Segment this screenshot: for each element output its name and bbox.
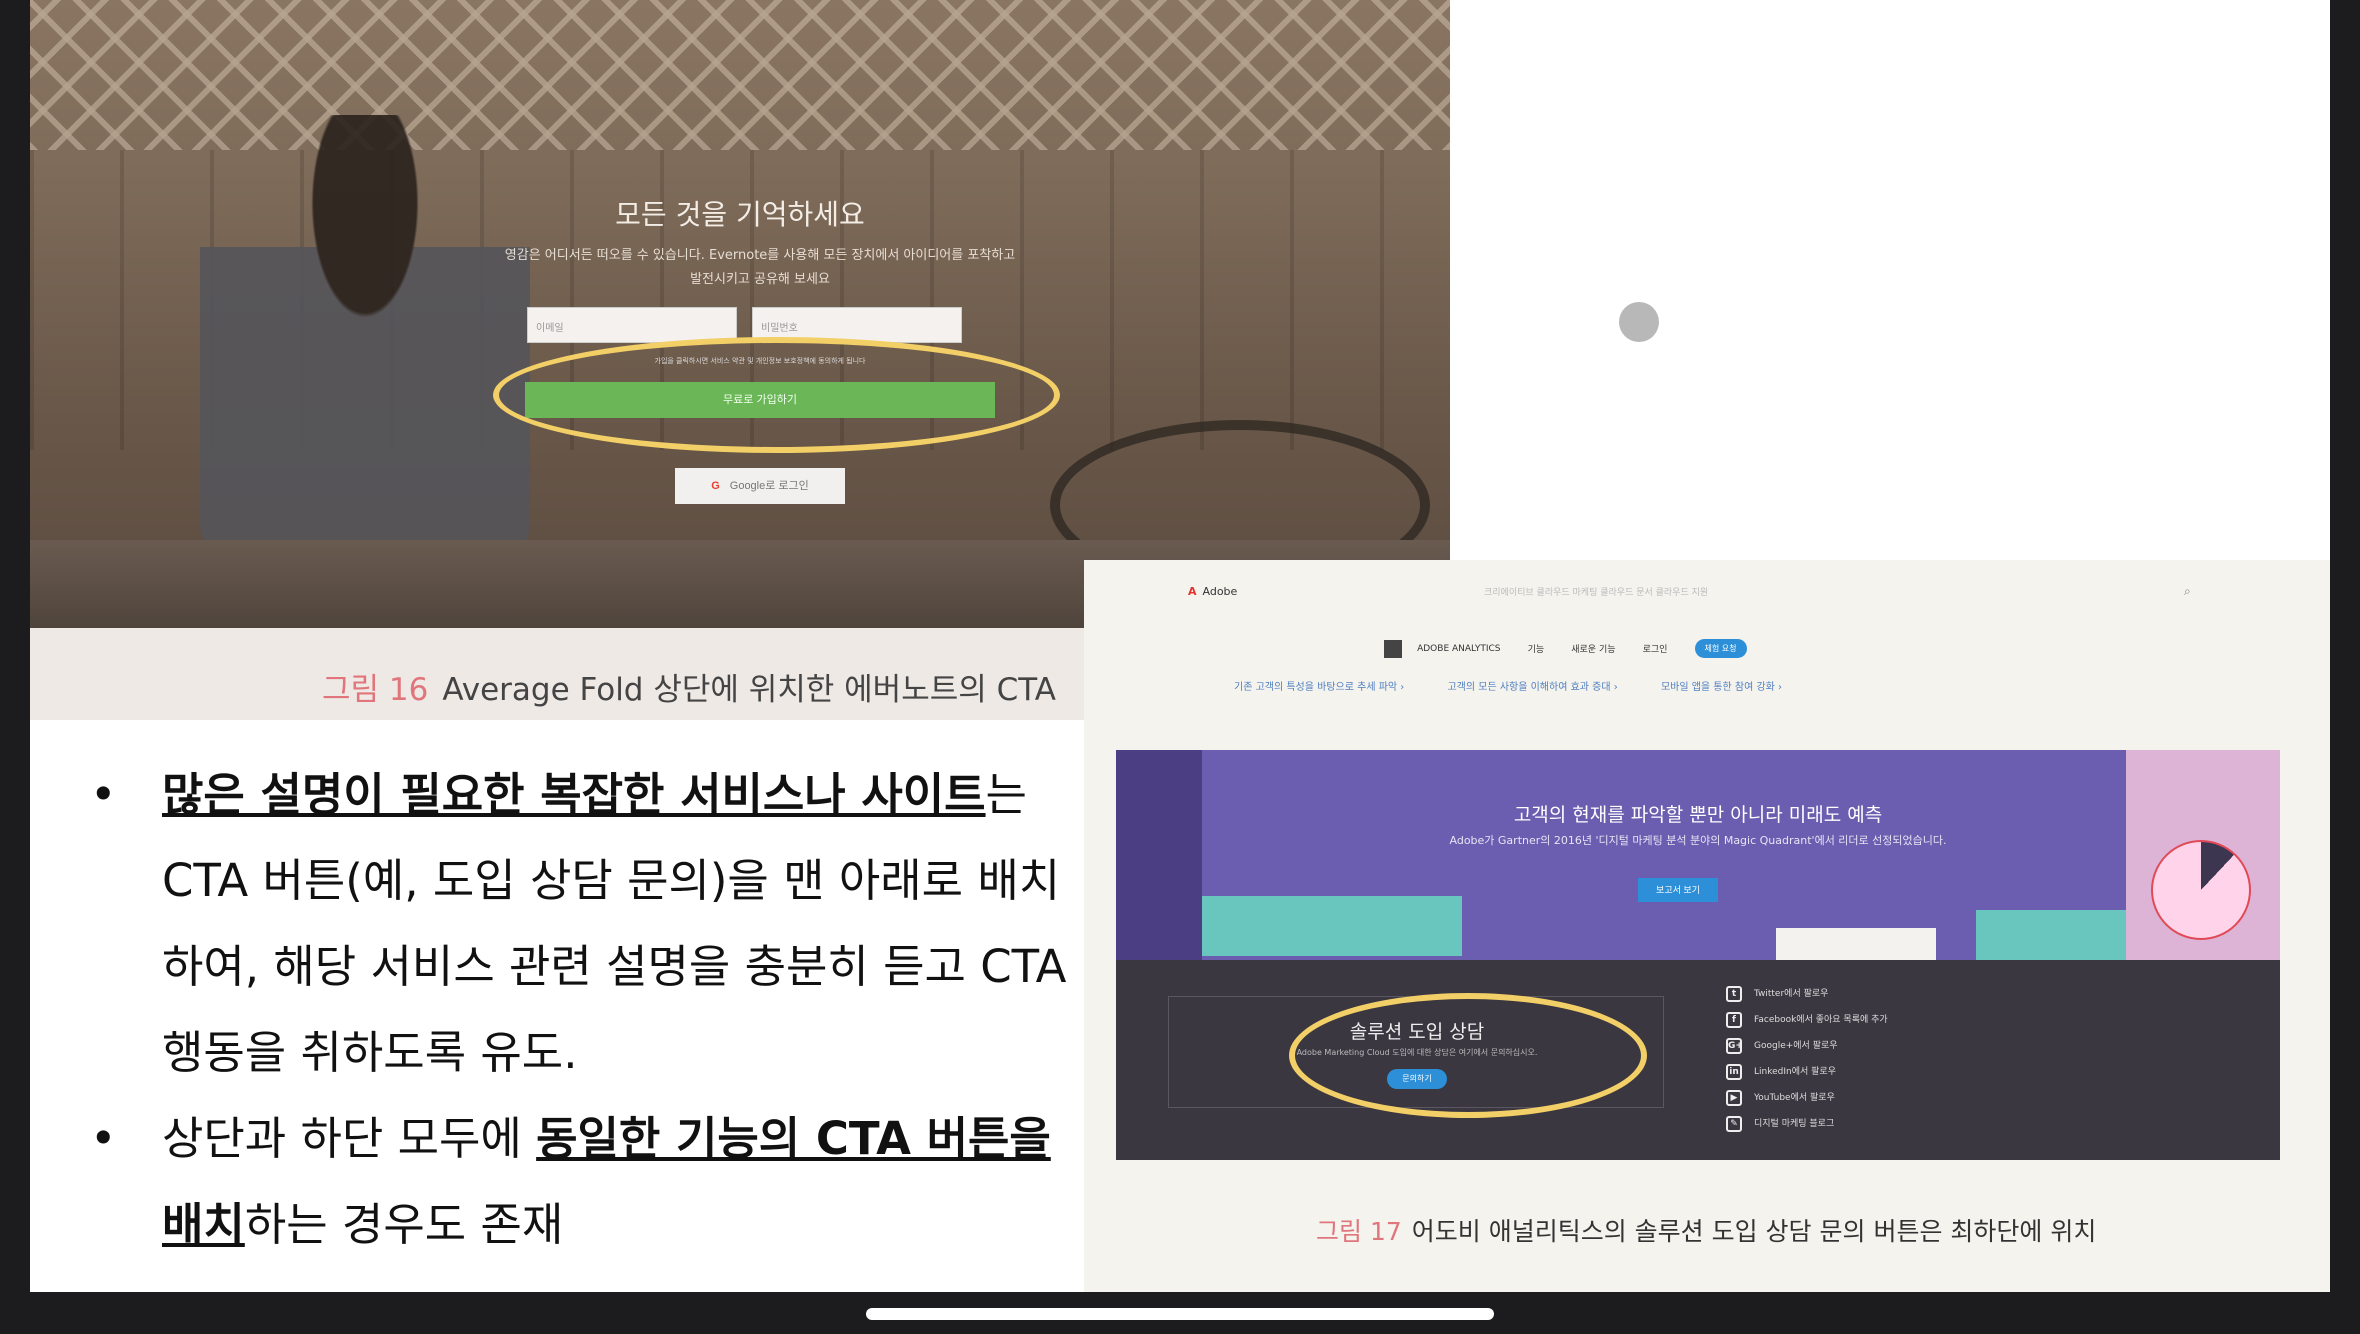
search-icon[interactable]: ⌕ [2184, 584, 2191, 599]
subnav-features[interactable]: 기능 [1528, 642, 1545, 655]
google-login-label: Google로 로그인 [729, 480, 809, 492]
social-label: YouTube에서 팔로우 [1754, 1093, 1835, 1103]
bullet-item: • 많은 설명이 필요한 복잡한 서비스나 사이트는 CTA 버튼(예, 도입 … [52, 752, 1082, 1096]
view-report-button[interactable]: 보고서 보기 [1638, 878, 1718, 902]
social-linkedin[interactable]: in LinkedIn에서 팔로우 [1726, 1064, 1888, 1090]
adobe-nav: A Adobe 크리에이티브 클라우드 마케팅 클라우드 문서 클라우드 지원 ⌕ [1084, 560, 2330, 610]
email-field[interactable]: 이메일 [527, 307, 737, 343]
social-twitter[interactable]: t Twitter에서 팔로우 [1726, 986, 1888, 1012]
trial-request-button[interactable]: 체험 요청 [1694, 639, 1747, 658]
google-plus-icon: G+ [1726, 1038, 1743, 1054]
banner-subtitle: Adobe가 Gartner의 2016년 '디지털 마케팅 분석 분야의 Ma… [1449, 834, 1947, 847]
subnav-login[interactable]: 로그인 [1643, 642, 1668, 655]
bullet-item: • 상단과 하단 모두에 동일한 기능의 CTA 버튼을 배치하는 경우도 존재 [52, 1096, 1082, 1268]
figure-17-caption-text: 어도비 애널리틱스의 솔루션 도입 상담 문의 버튼은 최하단에 위치 [1411, 1217, 2097, 1246]
lattice-fence [30, 0, 1450, 150]
adobe-logo-icon: A [1188, 585, 1197, 598]
figure-17-adobe: A Adobe 크리에이티브 클라우드 마케팅 클라우드 문서 클라우드 지원 ⌕… [1084, 560, 2330, 1292]
cta-highlight-ellipse [1289, 993, 1647, 1118]
google-login-button[interactable]: G Google로 로그인 [675, 468, 845, 504]
bullet-bold-text: 많은 설명이 필요한 복잡한 서비스나 사이트 [162, 768, 986, 821]
facebook-icon: f [1726, 1012, 1742, 1028]
pie-chart-graphic [2151, 840, 2251, 940]
cta-highlight-ellipse [493, 337, 1060, 453]
home-indicator[interactable] [866, 1308, 1494, 1320]
feature-links: 기존 고객의 특성을 바탕으로 추세 파악 › 고객의 모든 사항을 이해하여 … [1234, 678, 2234, 693]
social-label: 디지털 마케팅 블로그 [1754, 1119, 1835, 1129]
figure-17-caption: 그림 17 어도비 애널리틱스의 솔루션 도입 상담 문의 버튼은 최하단에 위치 [1316, 1212, 2096, 1248]
feature-link[interactable]: 기존 고객의 특성을 바탕으로 추세 파악 › [1234, 682, 1404, 693]
social-label: LinkedIn에서 팔로우 [1754, 1067, 1836, 1077]
social-label: Twitter에서 팔로우 [1754, 989, 1829, 999]
adobe-logo-text: Adobe [1202, 585, 1238, 598]
social-links: t Twitter에서 팔로우 f Facebook에서 좋아요 목록에 추가 G+… [1726, 986, 1888, 1142]
banner-teal-block [1202, 896, 1462, 956]
social-youtube[interactable]: ▶ YouTube에서 팔로우 [1726, 1090, 1888, 1116]
slide: 모든 것을 기억하세요 영감은 어디서든 떠오를 수 있습니다. Evernot… [30, 0, 2330, 1292]
bullet-list: • 많은 설명이 필요한 복잡한 서비스나 사이트는 CTA 버튼(예, 도입 … [52, 752, 1082, 1268]
banner-title: 고객의 현재를 파악할 뿐만 아니라 미래도 예측 [1513, 804, 1883, 826]
person-silhouette [200, 115, 530, 555]
hero-title: 모든 것을 기억하세요 [615, 198, 865, 231]
figure-17-number: 그림 17 [1316, 1217, 1402, 1246]
social-label: Facebook에서 좋아요 목록에 추가 [1754, 1015, 1888, 1025]
social-label: Google+에서 팔로우 [1754, 1041, 1838, 1051]
linkedin-icon: in [1726, 1064, 1742, 1080]
hero-subtitle: 영감은 어디서든 떠오를 수 있습니다. Evernote를 사용해 모든 장치… [504, 248, 1016, 287]
social-blog[interactable]: ✎ 디지털 마케팅 블로그 [1726, 1116, 1888, 1142]
bullet-dot: • [90, 1112, 117, 1165]
analytics-icon [1384, 639, 1402, 658]
gray-dot [1619, 302, 1659, 342]
bullet-text: 하는 경우도 존재 [244, 1198, 564, 1251]
youtube-icon: ▶ [1726, 1090, 1742, 1106]
product-name[interactable]: ADOBE ANALYTICS [1417, 644, 1500, 654]
feature-link[interactable]: 고객의 모든 사항을 이해하여 효과 증대 › [1447, 682, 1617, 693]
twitter-icon: t [1726, 986, 1742, 1002]
adobe-menu[interactable]: 크리에이티브 클라우드 마케팅 클라우드 문서 클라우드 지원 [1484, 585, 1708, 598]
product-subnav: ADOBE ANALYTICS 기능 새로운 기능 로그인 체험 요청 [1384, 638, 1747, 662]
figure-16-number: 그림 16 [322, 672, 429, 708]
social-google-plus[interactable]: G+ Google+에서 팔로우 [1726, 1038, 1888, 1064]
evernote-hero-photo: 모든 것을 기억하세요 영감은 어디서든 떠오를 수 있습니다. Evernot… [30, 0, 1450, 628]
figure-16-caption-text: Average Fold 상단에 위치한 에버노트의 CTA [442, 672, 1056, 708]
social-facebook[interactable]: f Facebook에서 좋아요 목록에 추가 [1726, 1012, 1888, 1038]
subnav-new-features[interactable]: 새로운 기능 [1571, 642, 1615, 655]
blog-icon: ✎ [1726, 1116, 1742, 1132]
feature-link[interactable]: 모바일 앱을 통한 참여 강화 › [1661, 682, 1782, 693]
bullet-text-prefix: 상단과 하단 모두에 [162, 1112, 537, 1165]
google-icon: G [711, 480, 720, 492]
adobe-logo[interactable]: A Adobe [1188, 585, 1243, 598]
figure-16-caption: 그림 16 Average Fold 상단에 위치한 에버노트의 CTA [322, 664, 1056, 709]
bullet-dot: • [90, 768, 117, 821]
